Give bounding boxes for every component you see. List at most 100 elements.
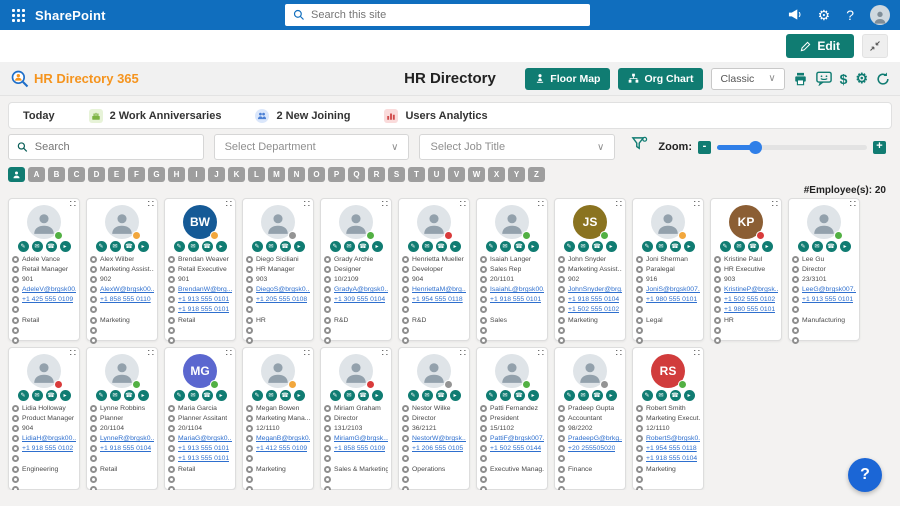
email-action-icon[interactable]: ✉ [265,241,277,252]
chat-icon[interactable]: ✎ [95,241,107,252]
call-icon[interactable]: ☎ [357,241,369,252]
refresh-icon[interactable] [876,71,890,86]
users-analytics-tab[interactable]: Users Analytics [384,108,488,123]
new-joining-tab[interactable]: 2 New Joining [255,108,350,123]
employee-card[interactable]: ∷ ✎ ✉ ☎ ▸ Joni Sherman Paralegal 916 Jon… [632,198,704,344]
video-icon[interactable]: ▸ [293,241,305,252]
megaphone-icon[interactable] [787,8,802,23]
video-icon[interactable]: ▸ [839,241,851,252]
employee-card[interactable]: ∷ MG ✎ ✉ ☎ ▸ Maria Garcia Planner Assita… [164,347,236,493]
alphabet-button-H[interactable]: H [168,167,185,182]
email-action-icon[interactable]: ✉ [343,390,355,401]
work-anniversaries-tab[interactable]: 2 Work Anniversaries [88,108,221,123]
chat-icon[interactable]: ✎ [95,390,107,401]
call-icon[interactable]: ☎ [45,390,57,401]
alphabet-button-A[interactable]: A [28,167,45,182]
alphabet-button-Q[interactable]: Q [348,167,365,182]
chat-icon[interactable]: ✎ [407,241,419,252]
employee-email-link[interactable]: RobertS@brgsk0... [646,435,700,442]
employee-card[interactable]: ∷ ✎ ✉ ☎ ▸ Nestor Wilke Director 36/2121 … [398,347,470,493]
employee-card[interactable]: ∷ ✎ ✉ ☎ ▸ Isaiah Langer Sales Rep 20/110… [476,198,548,344]
call-icon[interactable]: ☎ [513,390,525,401]
employee-email-link[interactable]: NestorW@brgsk... [412,435,466,442]
email-action-icon[interactable]: ✉ [577,241,589,252]
call-icon[interactable]: ☎ [747,241,759,252]
employee-card[interactable]: ∷ ✎ ✉ ☎ ▸ Lee Gu Director 23/3101 LeeG@b… [788,198,860,344]
video-icon[interactable]: ▸ [761,241,773,252]
employee-mobile-link[interactable]: +1 913 555 0101 [178,455,229,462]
call-icon[interactable]: ☎ [279,241,291,252]
org-chart-button[interactable]: Org Chart [618,67,704,90]
employee-email-link[interactable]: AdeleV@brgsk00... [22,286,76,293]
drag-handle-icon[interactable]: ∷ [148,349,154,359]
employee-card[interactable]: ∷ ✎ ✉ ☎ ▸ Pradeep Gupta Accountant 98/22… [554,347,626,493]
employee-card[interactable]: ∷ ✎ ✉ ☎ ▸ Alex Wilber Marketing Assist..… [86,198,158,344]
alphabet-button-K[interactable]: K [228,167,245,182]
drag-handle-icon[interactable]: ∷ [616,349,622,359]
video-icon[interactable]: ▸ [683,241,695,252]
drag-handle-icon[interactable]: ∷ [304,200,310,210]
employee-email-link[interactable]: AlexW@brgsk00... [100,286,154,293]
alphabet-button-L[interactable]: L [248,167,265,182]
edit-button[interactable]: Edit [786,34,854,58]
chat-icon[interactable]: ✎ [173,390,185,401]
chat-icon[interactable]: ✎ [563,241,575,252]
video-icon[interactable]: ▸ [449,390,461,401]
print-icon[interactable] [793,72,808,86]
waffle-icon[interactable] [12,8,25,22]
employee-phone-link[interactable]: +1 858 555 0109 [334,445,385,452]
drag-handle-icon[interactable]: ∷ [382,349,388,359]
call-icon[interactable]: ☎ [435,390,447,401]
employee-email-link[interactable]: GradyA@brgsk0... [334,286,388,293]
chat-icon[interactable]: ✎ [251,241,263,252]
employee-email-link[interactable]: MariaG@brgsk0... [178,435,232,442]
drag-handle-icon[interactable]: ∷ [850,200,856,210]
user-avatar[interactable] [870,5,890,25]
alphabet-button-S[interactable]: S [388,167,405,182]
video-icon[interactable]: ▸ [605,390,617,401]
call-icon[interactable]: ☎ [123,241,135,252]
employee-card[interactable]: ∷ ✎ ✉ ☎ ▸ Grady Archie Designer 10/2109 … [320,198,392,344]
view-select[interactable]: Classic ∨ [711,67,785,90]
site-search-input[interactable] [311,9,582,21]
alphabet-button-W[interactable]: W [468,167,485,182]
alphabet-button-V[interactable]: V [448,167,465,182]
chat-icon[interactable]: ✎ [17,241,29,252]
call-icon[interactable]: ☎ [669,241,681,252]
call-icon[interactable]: ☎ [123,390,135,401]
call-icon[interactable]: ☎ [513,241,525,252]
employee-card[interactable]: ∷ BW ✎ ✉ ☎ ▸ Brendan Weaver Retail Execu… [164,198,236,344]
email-action-icon[interactable]: ✉ [265,390,277,401]
call-icon[interactable]: ☎ [825,241,837,252]
employee-email-link[interactable]: JohnSnyder@brg... [568,286,622,293]
video-icon[interactable]: ▸ [137,390,149,401]
video-icon[interactable]: ▸ [371,241,383,252]
employee-phone-link[interactable]: +1 954 555 0118 [646,445,697,452]
email-action-icon[interactable]: ✉ [187,241,199,252]
site-search-box[interactable] [285,4,590,26]
alphabet-button-Z[interactable]: Z [528,167,545,182]
email-action-icon[interactable]: ✉ [499,241,511,252]
employee-phone-link[interactable]: +1 425 555 0109 [22,296,73,303]
drag-handle-icon[interactable]: ∷ [226,349,232,359]
employee-phone-link[interactable]: +1 412 555 0109 [256,445,307,452]
email-action-icon[interactable]: ✉ [187,390,199,401]
all-employees-button[interactable] [8,167,25,182]
drag-handle-icon[interactable]: ∷ [538,200,544,210]
alphabet-button-O[interactable]: O [308,167,325,182]
chat-icon[interactable]: ✎ [251,390,263,401]
chat-icon[interactable]: ✎ [719,241,731,252]
settings-gear-icon[interactable]: ⚙ [855,70,868,87]
drag-handle-icon[interactable]: ∷ [616,200,622,210]
email-action-icon[interactable]: ✉ [421,241,433,252]
employee-card[interactable]: ∷ RS ✎ ✉ ☎ ▸ Robert Smith Marketing Exec… [632,347,704,493]
chat-icon[interactable]: ✎ [641,241,653,252]
employee-email-link[interactable]: LidiaH@brgsk00... [22,435,76,442]
alphabet-button-R[interactable]: R [368,167,385,182]
email-action-icon[interactable]: ✉ [655,390,667,401]
call-icon[interactable]: ☎ [357,390,369,401]
employee-card[interactable]: ∷ ✎ ✉ ☎ ▸ Henrietta Mueller Developer 90… [398,198,470,344]
email-action-icon[interactable]: ✉ [655,241,667,252]
drag-handle-icon[interactable]: ∷ [70,200,76,210]
employee-phone-link[interactable]: +1 309 555 0104 [334,296,385,303]
